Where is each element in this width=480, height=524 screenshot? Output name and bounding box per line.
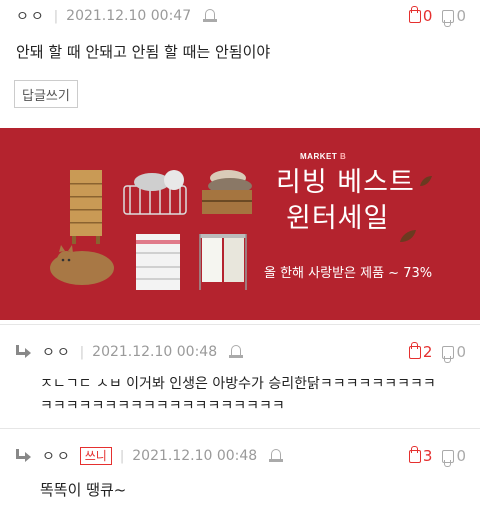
upvote-button[interactable]: 3 [408, 445, 433, 465]
meta-divider: | [119, 448, 125, 464]
downvote-button[interactable]: 0 [442, 447, 466, 467]
ad-brand-logo: MARKET B [300, 152, 347, 161]
plastic-drawers-image [136, 234, 180, 290]
upvote-count: 0 [422, 7, 433, 25]
downvote-button[interactable]: 0 [442, 7, 466, 27]
author-badge: 쓰니 [79, 447, 112, 465]
comment-date: 2021.12.10 00:48 [132, 448, 258, 464]
comment-content: 안돼 할 때 안돼고 안됨 할 때는 안됨이야 [16, 43, 271, 61]
thumb-down-icon [442, 449, 455, 467]
comment-line: ㅋㅋㅋㅋㅋㅋㅋㅋㅋㅋㅋㅋㅋㅋㅋㅋㅋㅋㅋ [40, 398, 285, 414]
downvote-count: 0 [456, 7, 466, 25]
report-icon[interactable] [269, 448, 284, 464]
thumb-down-icon [442, 9, 455, 27]
comment-content: ㅈㄴㄱㄷ ㅅㅂ 이거봐 인생은 아방수가 승리한닭ㅋㅋㅋㅋㅋㅋㅋㅋㅋ ㅋㅋㅋㅋㅋ… [40, 373, 436, 417]
downvote-count: 0 [456, 447, 466, 465]
ad-headline-2: 윈터세일 [286, 203, 390, 234]
upvote-button[interactable]: 0 [408, 5, 433, 25]
thumb-up-icon [408, 341, 421, 359]
comment-divider [0, 428, 480, 429]
leaf-decoration [400, 230, 416, 242]
report-icon[interactable] [229, 344, 244, 360]
report-icon[interactable] [203, 8, 218, 24]
comment-content: 똑똑이 땡큐~ [40, 481, 127, 499]
wooden-crate-image [202, 170, 252, 214]
downvote-button[interactable]: 0 [442, 343, 466, 363]
reply-arrow-icon [14, 345, 32, 359]
ad-subtext: 올 한해 사랑받은 제품 ~ 73% [264, 266, 433, 281]
drawer-tower-image [70, 170, 102, 244]
ad-product-images [50, 170, 252, 290]
laundry-sorter-image [199, 234, 247, 290]
thumb-up-icon [408, 445, 421, 463]
dish-rack-image [123, 170, 187, 215]
comment-date: 2021.12.10 00:48 [92, 344, 218, 360]
thumb-down-icon [442, 345, 455, 363]
comment-meta: ㅇㅇ | 2021.12.10 00:48 2 0 [0, 338, 480, 366]
comment-meta: ㅇㅇ 쓰니 | 2021.12.10 00:48 3 0 [0, 442, 480, 470]
ad-banner[interactable]: MARKET B 리빙 베스트 윈터세일 올 한해 사랑받은 제품 ~ 73% [0, 128, 480, 320]
upvote-count: 2 [422, 343, 433, 361]
comment-author[interactable]: ㅇㅇ [42, 342, 72, 362]
downvote-count: 0 [456, 343, 466, 361]
comment-line: ㅈㄴㄱㄷ ㅅㅂ 이거봐 인생은 아방수가 승리한닭ㅋㅋㅋㅋㅋㅋㅋㅋㅋ [40, 376, 436, 392]
meta-divider: | [53, 8, 59, 24]
thumb-up-icon [408, 5, 421, 23]
comment-divider [0, 324, 480, 325]
upvote-button[interactable]: 2 [408, 341, 433, 361]
comment-author[interactable]: ㅇㅇ [16, 6, 46, 26]
comment-author[interactable]: ㅇㅇ [42, 446, 72, 466]
reply-button[interactable]: 답글쓰기 [14, 80, 78, 108]
meta-divider: | [79, 344, 85, 360]
leaf-decoration [420, 176, 432, 186]
vote-group: 0 0 [408, 2, 466, 30]
reply-arrow-icon [14, 449, 32, 463]
upvote-count: 3 [422, 447, 433, 465]
comment-meta: ㅇㅇ | 2021.12.10 00:47 0 0 [0, 2, 480, 30]
vote-group: 3 0 [408, 442, 466, 470]
cat-mat-image [50, 245, 114, 285]
vote-group: 2 0 [408, 338, 466, 366]
comment-date: 2021.12.10 00:47 [66, 8, 192, 24]
ad-headline-1: 리빙 베스트 [276, 167, 415, 198]
